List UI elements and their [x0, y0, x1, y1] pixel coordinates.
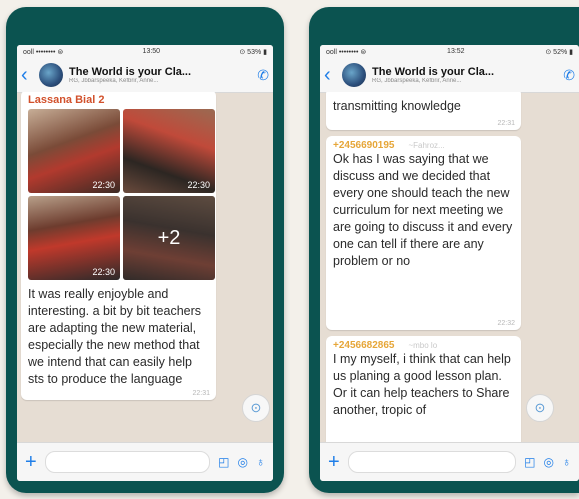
- sender-phone: +2456682865 ~mbo lo: [333, 340, 514, 351]
- camera-icon[interactable]: ◎: [238, 455, 248, 469]
- sender-number: +2456682865: [333, 340, 395, 351]
- photo-thumbnail[interactable]: 22:30: [28, 109, 120, 193]
- group-name: The World is your Cla...: [69, 66, 192, 78]
- sender-name: Lassana Bial 2: [28, 94, 105, 106]
- message-bubble-photos: Lassana Bial 2 22:30 22:30 22:30 +2 It w…: [21, 92, 216, 400]
- message-text: Ok has I was saying that we discuss and …: [333, 152, 513, 268]
- phone-right: ooll •••••••• ⊜ 13:52 ⊙ 52% ▮ ‹ The Worl…: [309, 7, 579, 493]
- message-bubble: transmitting knowledge 22:31: [326, 92, 521, 130]
- group-avatar[interactable]: [342, 63, 366, 87]
- message-time: 22:32: [497, 320, 515, 327]
- photo-thumbnail-more[interactable]: +2: [123, 196, 215, 280]
- sticker-icon[interactable]: ◰: [524, 455, 535, 469]
- group-members: RG, Jbbarspeeka, Kefbrir, Anne...: [372, 78, 462, 84]
- input-bar: + ◰ ◎ ♁: [17, 442, 273, 481]
- message-bubble: +2456682865 ~mbo lo I my myself, i think …: [326, 336, 521, 443]
- message-list: Lassana Bial 2 22:30 22:30 22:30 +2 It w…: [17, 92, 273, 443]
- back-icon[interactable]: ‹: [21, 65, 35, 85]
- chat-title-area[interactable]: The World is your Cla... RG, Jbbarspeeka…: [69, 66, 253, 84]
- sender-number: +2456690195: [333, 140, 395, 151]
- message-time: 22:31: [497, 120, 515, 127]
- carrier-signal: ooll •••••••• ⊜: [326, 48, 367, 56]
- add-call-icon[interactable]: ✆: [257, 67, 269, 84]
- battery-indicator: ⊙ 53% ▮: [239, 48, 267, 56]
- photo-grid: 22:30 22:30 22:30 +2: [28, 109, 215, 280]
- group-members: RG, Jbbarspeeka, Kefbrir, Anne...: [69, 78, 159, 84]
- message-text: transmitting knowledge: [333, 99, 461, 113]
- attach-plus-icon[interactable]: +: [328, 452, 340, 472]
- sender-alias: ~Fahroz...: [408, 141, 445, 150]
- add-call-icon[interactable]: ✆: [563, 67, 575, 84]
- chat-header: ‹ The World is your Cla... RG, Jbbarspee…: [320, 58, 579, 93]
- group-avatar[interactable]: [39, 63, 63, 87]
- carrier-signal: ooll •••••••• ⊜: [23, 48, 64, 56]
- clock: 13:52: [447, 48, 465, 55]
- message-list: transmitting knowledge 22:31 +2456690195…: [320, 92, 579, 443]
- group-name: The World is your Cla...: [372, 66, 495, 78]
- status-bar: ooll •••••••• ⊜ 13:52 ⊙ 52% ▮: [320, 45, 579, 58]
- scroll-down-button[interactable]: ⊙: [526, 394, 554, 422]
- microphone-icon[interactable]: ♁: [256, 455, 265, 469]
- phone-left: ooll •••••••• ⊜ 13:50 ⊙ 53% ▮ ‹ The Worl…: [6, 7, 284, 493]
- scroll-down-button[interactable]: ⊙: [242, 394, 270, 422]
- chat-header: ‹ The World is your Cla... RG, Jbbarspee…: [17, 58, 273, 93]
- input-bar: + ◰ ◎ ♁: [320, 442, 579, 481]
- back-icon[interactable]: ‹: [324, 65, 338, 85]
- chat-screen-right: ooll •••••••• ⊜ 13:52 ⊙ 52% ▮ ‹ The Worl…: [320, 45, 579, 481]
- message-text: It was really enjoyble and interesting. …: [28, 287, 202, 386]
- message-input[interactable]: [44, 451, 211, 473]
- chat-title-area[interactable]: The World is your Cla... RG, Jbbarspeeka…: [372, 66, 559, 84]
- photo-time: 22:30: [187, 180, 210, 190]
- photo-thumbnail[interactable]: 22:30: [28, 196, 120, 280]
- sticker-icon[interactable]: ◰: [218, 455, 229, 469]
- microphone-icon[interactable]: ♁: [562, 455, 571, 469]
- battery-indicator: ⊙ 52% ▮: [545, 48, 573, 56]
- message-input[interactable]: [347, 451, 517, 473]
- sender-phone: +2456690195 ~Fahroz...: [333, 140, 514, 151]
- photo-time: 22:30: [92, 180, 115, 190]
- message-text: I my myself, i think that can help us pl…: [333, 352, 511, 417]
- photo-thumbnail[interactable]: 22:30: [123, 109, 215, 193]
- message-bubble: +2456690195 ~Fahroz... Ok has I was sayin…: [326, 136, 521, 330]
- photo-time: 22:30: [92, 267, 115, 277]
- chat-screen-left: ooll •••••••• ⊜ 13:50 ⊙ 53% ▮ ‹ The Worl…: [17, 45, 273, 481]
- message-time: 22:31: [192, 390, 210, 397]
- sender-alias: ~mbo lo: [408, 341, 438, 350]
- more-photos-count: +2: [123, 196, 215, 280]
- clock: 13:50: [142, 48, 161, 55]
- attach-plus-icon[interactable]: +: [25, 452, 37, 472]
- status-bar: ooll •••••••• ⊜ 13:50 ⊙ 53% ▮: [17, 45, 273, 58]
- camera-icon[interactable]: ◎: [544, 455, 554, 469]
